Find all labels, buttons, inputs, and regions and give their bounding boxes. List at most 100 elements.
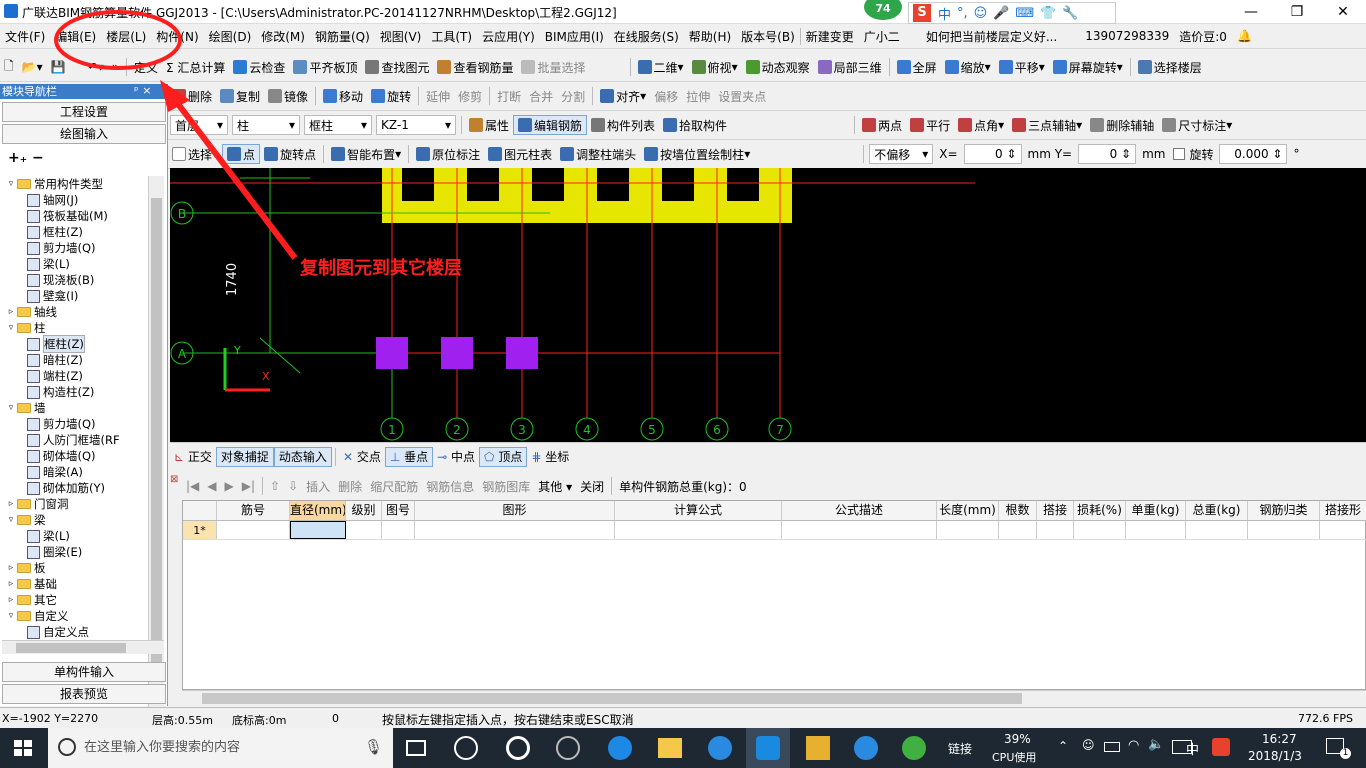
cell-diameter[interactable] (290, 521, 346, 539)
nav-next-icon[interactable]: ▶ (221, 479, 238, 493)
tree-item[interactable]: 圈梁(E) (2, 544, 147, 560)
cell-rebar-no[interactable] (217, 521, 290, 539)
local-3d-button[interactable]: 局部三维 (814, 59, 886, 76)
point-button[interactable]: 点 (222, 144, 261, 164)
table-row[interactable]: 1* (183, 521, 1366, 540)
new-file-icon[interactable]: 🗋 (0, 57, 18, 78)
split-button[interactable]: 分割 (557, 88, 589, 105)
cell-lap-type[interactable] (1320, 521, 1366, 539)
break-button[interactable]: 打断 (493, 88, 525, 105)
drawing-svg[interactable]: B A 1 2 3 4 5 6 7 1740 Y X (170, 168, 1366, 442)
col-header[interactable]: 直径(mm) (290, 501, 346, 520)
task-view-icon[interactable] (406, 740, 426, 756)
nav-prev-icon[interactable]: ◀ (203, 479, 220, 493)
tree-item[interactable]: 梁(L) (2, 528, 147, 544)
col-header[interactable]: 级别 (346, 501, 382, 520)
delete-button[interactable]: 删除 (168, 88, 216, 105)
insert-row-button[interactable]: 插入 (302, 478, 334, 495)
tree-item[interactable]: 端柱(Z) (2, 368, 147, 384)
tree-item[interactable]: 框柱(Z) (2, 224, 147, 240)
volume-icon[interactable]: 🔈 (1148, 737, 1164, 752)
rotate-button[interactable]: 旋转 (367, 88, 415, 105)
menu-modify[interactable]: 修改(M) (256, 28, 310, 45)
tree-folder[interactable]: ▹ 其它 (2, 592, 147, 608)
user-phone[interactable]: 13907298339 (1080, 29, 1174, 43)
delete-aux-axis-button[interactable]: 删除辅轴 (1086, 117, 1158, 134)
col-header[interactable]: 筋号 (217, 501, 290, 520)
zoom-dropdown[interactable]: 缩放 ▾ (941, 59, 995, 76)
stretch-button[interactable]: 拉伸 (682, 88, 714, 105)
dynamic-observe-button[interactable]: 动态观察 (742, 59, 814, 76)
set-grip-button[interactable]: 设置夹点 (714, 88, 770, 105)
extend-button[interactable]: 延伸 (422, 88, 454, 105)
save-icon[interactable]: 💾 (47, 60, 70, 74)
cell-total-weight[interactable] (1186, 521, 1248, 539)
tree-folder[interactable]: ▹ 轴线 (2, 304, 147, 320)
edit-rebar-button[interactable]: 编辑钢筋 (513, 115, 588, 135)
col-header[interactable]: 钢筋归类 (1248, 501, 1320, 520)
collapse-icon[interactable]: ▿ (6, 179, 16, 189)
find-element-button[interactable]: 查找图元 (361, 59, 433, 76)
col-header[interactable]: 搭接 (1037, 501, 1074, 520)
subtype-select[interactable]: 框柱 ▾ (304, 115, 372, 135)
menu-new-change[interactable]: 新建变更 (799, 27, 859, 45)
tree-item[interactable]: 筏板基础(M) (2, 208, 147, 224)
nav-first-icon[interactable]: |◀ (182, 479, 203, 493)
copy-button[interactable]: 复制 (216, 88, 264, 105)
col-header[interactable]: 损耗(%) (1074, 501, 1126, 520)
row-number[interactable]: 1* (183, 521, 217, 539)
screen-rotate-dropdown[interactable]: 屏幕旋转 ▾ (1049, 59, 1127, 76)
move-button[interactable]: 移动 (319, 88, 367, 105)
floor-select[interactable]: 首层 ▾ (170, 115, 228, 135)
select-dropdown[interactable]: 选择 ▾ (168, 146, 222, 163)
cell-figure-no[interactable] (382, 521, 415, 539)
perpendicular-snap-button[interactable]: ⊥ 垂点 (384, 446, 434, 467)
cell-category[interactable] (1248, 521, 1320, 539)
delete-row-button[interactable]: 删除 (334, 478, 366, 495)
trim-button[interactable]: 修剪 (454, 88, 486, 105)
edge-browser-icon[interactable] (608, 736, 632, 760)
ortho-button[interactable]: ⊾ 正交 (170, 448, 216, 465)
project-settings-button[interactable]: 工程设置 (2, 102, 166, 122)
tree-item[interactable]: 梁(L) (2, 256, 147, 272)
col-header[interactable]: 图形 (415, 501, 615, 520)
menu-assistant[interactable]: 广小二 (859, 28, 905, 45)
smart-layout-dropdown[interactable]: 智能布置 ▾ (327, 146, 405, 163)
tree-item[interactable]: 现浇板(B) (2, 272, 147, 288)
tree-item[interactable]: 构造柱(Z) (2, 384, 147, 400)
cell-unit-weight[interactable] (1126, 521, 1186, 539)
col-header[interactable]: 搭接形 (1320, 501, 1366, 520)
tree-item[interactable]: 人防门框墙(RF (2, 432, 147, 448)
ime-keyboard-icon[interactable]: ⌨ (1012, 6, 1037, 21)
menu-cloud[interactable]: 云应用(Y) (477, 28, 540, 45)
expand-icon[interactable]: ▹ (6, 563, 16, 573)
offset-select[interactable]: 不偏移 ▾ (869, 144, 934, 164)
expand-icon[interactable]: ▹ (6, 579, 16, 589)
column-kz1[interactable] (441, 337, 473, 369)
notification-badge[interactable]: 74 (864, 0, 902, 20)
taskbar-link[interactable]: 链接 (948, 740, 972, 757)
top-view-dropdown[interactable]: 俯视 ▾ (688, 59, 742, 76)
select-floor-button[interactable]: 选择楼层 (1134, 59, 1206, 76)
menu-rebar[interactable]: 钢筋量(Q) (310, 28, 375, 45)
menu-version[interactable]: 版本号(B) (736, 28, 800, 45)
tree-folder[interactable]: ▿ 自定义 (2, 608, 147, 624)
drawing-input-button[interactable]: 绘图输入 (2, 124, 166, 144)
microphone-icon[interactable]: 🎙 (364, 738, 383, 756)
tree-item[interactable]: 暗柱(Z) (2, 352, 147, 368)
menu-floor[interactable]: 楼层(L) (101, 28, 151, 45)
element-column-table-button[interactable]: 图元柱表 (484, 146, 556, 163)
col-header[interactable]: 计算公式 (615, 501, 782, 520)
dimension-dropdown[interactable]: 尺寸标注 ▾ (1158, 117, 1236, 134)
tree-folder[interactable]: ▿ 柱 (2, 320, 147, 336)
panel-pin-close[interactable]: ᵖ × (134, 84, 151, 97)
collapse-icon[interactable]: ▿ (6, 515, 16, 525)
menu-tools[interactable]: 工具(T) (426, 28, 477, 45)
ime-toolbar[interactable]: S 中 °, ☺ 🎤 ⌨ 👕 🔧 (908, 2, 1116, 24)
midpoint-snap-button[interactable]: ⊸ 中点 (433, 448, 479, 465)
menu-file[interactable]: 文件(F) (0, 28, 50, 45)
bell-icon[interactable]: 🔔 (1232, 29, 1257, 43)
menu-edit[interactable]: 编辑(E) (50, 28, 101, 45)
align-slab-top-button[interactable]: 平齐板顶 (289, 59, 361, 76)
tree-folder[interactable]: ▿ 梁 (2, 512, 147, 528)
